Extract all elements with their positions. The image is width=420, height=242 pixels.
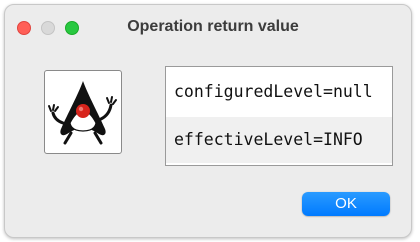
title-bar[interactable]: Operation return value — [5, 5, 411, 49]
return-value-list: configuredLevel=null effectiveLevel=INFO — [165, 66, 393, 166]
return-value-row: configuredLevel=null — [166, 69, 392, 115]
java-duke-icon — [44, 70, 122, 154]
dialog-window: Operation return value configuredLevel=n… — [4, 4, 412, 238]
ok-button[interactable]: OK — [302, 192, 390, 216]
return-value-row: effectiveLevel=INFO — [166, 117, 392, 163]
dialog-title: Operation return value — [127, 18, 299, 35]
